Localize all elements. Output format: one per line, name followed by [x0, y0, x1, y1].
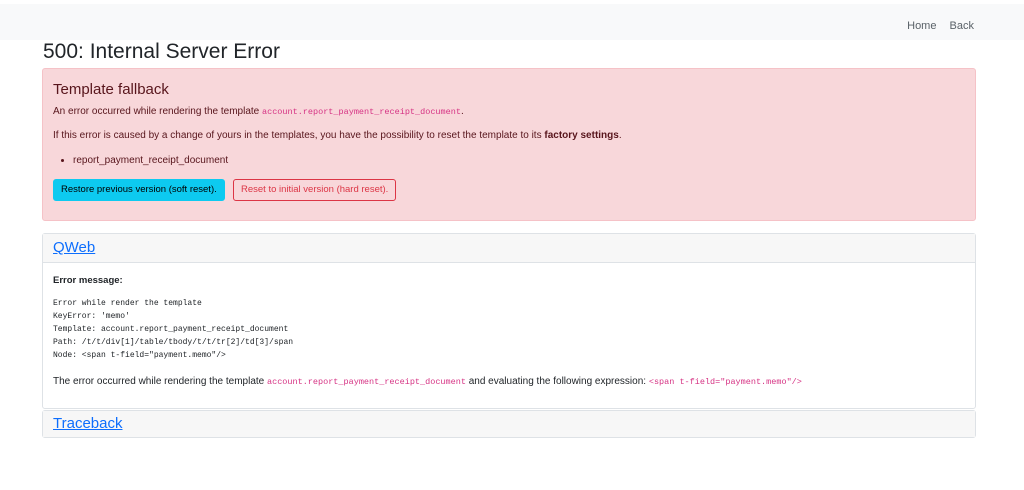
home-link[interactable]: Home [907, 20, 936, 32]
alert-reset-hint: If this error is caused by a change of y… [53, 130, 622, 141]
template-list: report_payment_receipt_document [53, 155, 228, 166]
error-message-label: Error message: [53, 275, 123, 286]
error-message-block: Error while render the template KeyError… [53, 298, 293, 363]
error-summary: The error occurred while rendering the t… [53, 376, 802, 387]
summary-text: The error occurred while rendering the t… [53, 376, 265, 387]
summary-middle-text: and evaluating the following expression: [468, 376, 647, 387]
error-line: Path: /t/t/div[1]/table/tbody/t/t/tr[2]/… [53, 337, 294, 347]
qweb-card: QWeb Error message: Error while render t… [42, 233, 976, 409]
top-nav-links: Home Back [897, 20, 974, 32]
page-title: 500: Internal Server Error [43, 40, 280, 63]
factory-settings-label: factory settings [544, 130, 619, 141]
error-line: KeyError: 'memo' [53, 311, 130, 321]
alert-message-end: . [460, 106, 464, 117]
summary-template-code: account.report_payment_receipt_document [267, 377, 466, 387]
hard-reset-button[interactable]: Reset to initial version (hard reset). [233, 179, 397, 201]
template-list-item: report_payment_receipt_document [73, 155, 228, 166]
error-line: Node: <span t-field="payment.memo"/> [53, 350, 226, 360]
template-fallback-alert: Template fallback An error occurred whil… [42, 68, 976, 221]
error-line: Template: account.report_payment_receipt… [53, 324, 289, 334]
soft-reset-button[interactable]: Restore previous version (soft reset). [53, 179, 225, 201]
alert-message-text: An error occurred while rendering the te… [53, 106, 260, 117]
alert-title: Template fallback [53, 81, 169, 98]
back-link[interactable]: Back [950, 20, 974, 32]
reset-hint-text: If this error is caused by a change of y… [53, 130, 542, 141]
summary-expression-code: <span t-field="payment.memo"/> [648, 377, 802, 387]
error-line: Error while render the template [53, 299, 202, 308]
template-name-code: account.report_payment_receipt_document [262, 107, 461, 117]
traceback-toggle-link[interactable]: Traceback [53, 415, 122, 432]
traceback-card: Traceback [42, 410, 976, 438]
qweb-card-header: QWeb [43, 234, 975, 263]
top-navbar: Home Back [0, 4, 1024, 40]
alert-message-line: An error occurred while rendering the te… [53, 106, 464, 117]
traceback-card-header: Traceback [43, 411, 975, 437]
qweb-toggle-link[interactable]: QWeb [53, 239, 95, 256]
reset-hint-end: . [618, 130, 622, 141]
